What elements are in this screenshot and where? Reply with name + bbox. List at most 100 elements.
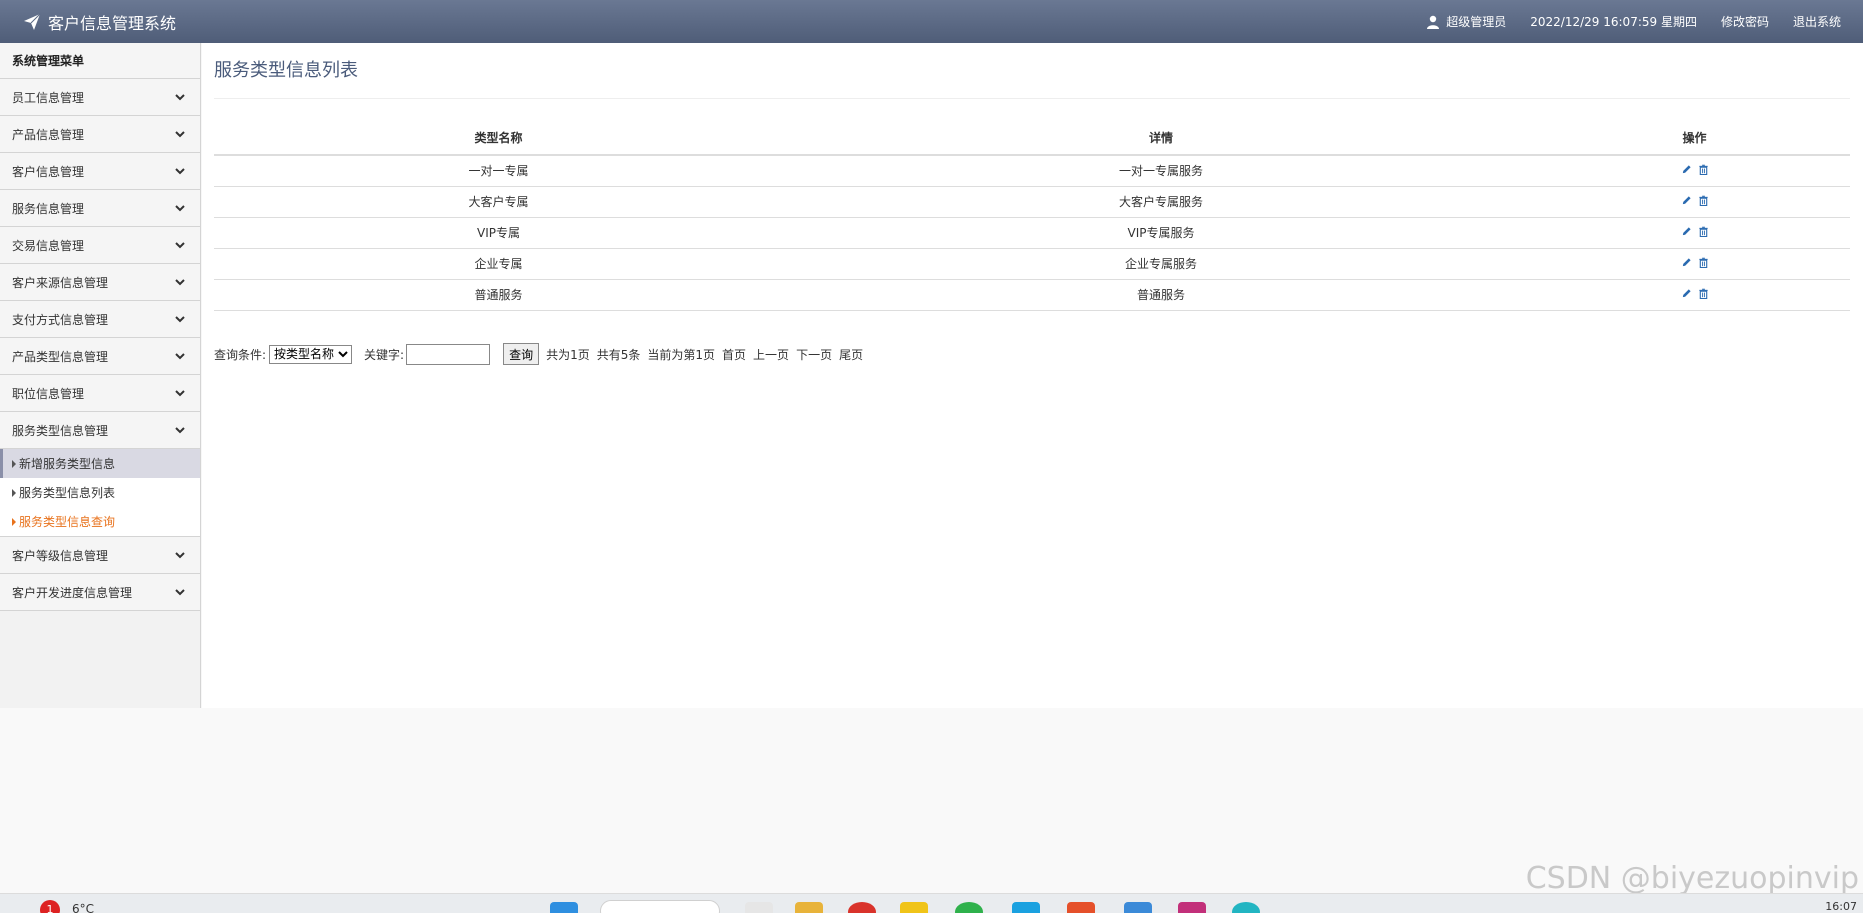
sidebar-item-product-type[interactable]: 产品类型信息管理 [0, 338, 200, 375]
edit-icon[interactable] [1681, 257, 1692, 268]
cell-type-name: 企业专属 [214, 248, 783, 280]
browser-icon[interactable] [1232, 902, 1260, 913]
os-taskbar: 1 6°C 16:07 [0, 893, 1863, 913]
taskbar-search[interactable] [600, 900, 720, 913]
top-header: 客户信息管理系统 超级管理员 2022/12/29 16:07:59 星期四 修… [0, 0, 1863, 43]
submenu-service-type-list[interactable]: 服务类型信息列表 [0, 478, 200, 507]
keyword-input[interactable] [406, 343, 491, 365]
sidebar-item-label: 客户开发进度信息管理 [12, 585, 133, 600]
cell-detail: VIP专属服务 [783, 217, 1539, 249]
cell-type-name: 一对一专属 [214, 155, 783, 187]
submenu-label: 服务类型信息查询 [19, 515, 116, 529]
main-content: 服务类型信息列表 类型名称 详情 操作 一对一专属 一对一专属服务 大客户专属 … [202, 43, 1863, 708]
submenu-label: 新增服务类型信息 [19, 457, 116, 471]
edit-icon[interactable] [1681, 164, 1692, 175]
app-icon[interactable] [848, 902, 876, 913]
cell-actions [1539, 217, 1850, 249]
user-icon [1427, 15, 1440, 29]
app-icon[interactable] [900, 902, 928, 913]
sidebar-item-customer-level[interactable]: 客户等级信息管理 [0, 537, 200, 574]
column-header-type-name: 类型名称 [214, 121, 783, 156]
submenu-label: 服务类型信息列表 [19, 486, 116, 500]
chevron-down-icon [175, 94, 185, 101]
last-page-link[interactable]: 尾页 [839, 346, 863, 363]
chevron-down-icon [175, 390, 185, 397]
delete-icon[interactable] [1698, 288, 1709, 299]
delete-icon[interactable] [1698, 226, 1709, 237]
folder-icon[interactable] [795, 902, 823, 913]
column-header-actions: 操作 [1539, 121, 1850, 156]
sidebar-item-product[interactable]: 产品信息管理 [0, 116, 200, 153]
sidebar-item-label: 服务信息管理 [12, 201, 85, 216]
chevron-down-icon [175, 427, 185, 434]
edit-icon[interactable] [1681, 288, 1692, 299]
prev-page-link[interactable]: 上一页 [753, 346, 789, 363]
app-icon[interactable] [1012, 902, 1040, 913]
edit-icon[interactable] [1681, 226, 1692, 237]
sidebar-item-payment-method[interactable]: 支付方式信息管理 [0, 301, 200, 338]
search-button[interactable]: 查询 [503, 343, 540, 365]
sidebar: 系统管理菜单 员工信息管理 产品信息管理 客户信息管理 服务信息管理 交易信息管… [0, 43, 201, 708]
sidebar-item-label: 支付方式信息管理 [12, 312, 109, 327]
table-row: 普通服务 普通服务 [214, 279, 1850, 311]
chevron-down-icon [175, 168, 185, 175]
sidebar-item-employee[interactable]: 员工信息管理 [0, 79, 200, 116]
service-type-submenu: 新增服务类型信息 服务类型信息列表 服务类型信息查询 [0, 449, 200, 537]
change-password-link[interactable]: 修改密码 [1721, 13, 1769, 30]
logout-link[interactable]: 退出系统 [1793, 13, 1841, 30]
sidebar-item-label: 职位信息管理 [12, 386, 85, 401]
sidebar-item-label: 客户来源信息管理 [12, 275, 109, 290]
sidebar-title: 系统管理菜单 [0, 43, 200, 79]
watermark: CSDN @biyezuopinvip [1525, 861, 1859, 896]
keyword-label: 关键字: [364, 347, 405, 362]
cell-actions [1539, 248, 1850, 280]
total-records: 共有5条 [596, 347, 641, 362]
first-page-link[interactable]: 首页 [722, 346, 746, 363]
paper-plane-icon [24, 13, 41, 30]
file-icon[interactable] [745, 902, 773, 913]
sidebar-item-customer-source[interactable]: 客户来源信息管理 [0, 264, 200, 301]
app-icon[interactable] [1067, 902, 1095, 913]
total-pages: 共为1页 [546, 347, 590, 362]
sidebar-item-customer[interactable]: 客户信息管理 [0, 153, 200, 190]
submenu-service-type-query[interactable]: 服务类型信息查询 [0, 507, 200, 536]
chevron-down-icon [175, 205, 185, 212]
column-header-detail: 详情 [783, 121, 1539, 156]
table-row: 企业专属 企业专属服务 [214, 248, 1850, 280]
delete-icon[interactable] [1698, 164, 1709, 175]
delete-icon[interactable] [1698, 195, 1709, 206]
weather-temperature[interactable]: 6°C [72, 902, 94, 913]
sidebar-item-position[interactable]: 职位信息管理 [0, 375, 200, 412]
chevron-down-icon [175, 353, 185, 360]
sidebar-item-service-type[interactable]: 服务类型信息管理 [0, 412, 200, 449]
app-icon[interactable] [1124, 902, 1152, 913]
sidebar-item-label: 客户信息管理 [12, 164, 85, 179]
app-icon[interactable] [1178, 902, 1206, 913]
next-page-link[interactable]: 下一页 [796, 346, 832, 363]
sidebar-item-transaction[interactable]: 交易信息管理 [0, 227, 200, 264]
notification-badge[interactable]: 1 [40, 900, 60, 913]
sidebar-item-service[interactable]: 服务信息管理 [0, 190, 200, 227]
chevron-down-icon [175, 242, 185, 249]
sidebar-item-label: 员工信息管理 [12, 90, 85, 105]
current-page: 当前为第1页 [647, 347, 716, 362]
taskbar-clock: 16:07 [1825, 900, 1857, 913]
sidebar-item-label: 服务类型信息管理 [12, 423, 109, 438]
delete-icon[interactable] [1698, 257, 1709, 268]
cell-actions [1539, 155, 1850, 187]
chevron-down-icon [175, 589, 185, 596]
caret-right-icon [12, 488, 16, 497]
submenu-add-service-type[interactable]: 新增服务类型信息 [0, 449, 200, 478]
table-row: VIP专属 VIP专属服务 [214, 217, 1850, 249]
cell-actions [1539, 186, 1850, 218]
edit-icon[interactable] [1681, 195, 1692, 206]
windows-start-icon[interactable] [550, 902, 578, 913]
cell-detail: 大客户专属服务 [783, 186, 1539, 218]
table-row: 大客户专属 大客户专属服务 [214, 186, 1850, 218]
service-type-table: 类型名称 详情 操作 一对一专属 一对一专属服务 大客户专属 大客户专属服务 V… [214, 121, 1850, 311]
sidebar-item-customer-progress[interactable]: 客户开发进度信息管理 [0, 574, 200, 611]
app-icon[interactable] [955, 902, 983, 913]
header-actions: 超级管理员 2022/12/29 16:07:59 星期四 修改密码 退出系统 [1402, 13, 1841, 30]
query-condition-select[interactable]: 按类型名称 [269, 344, 353, 364]
current-user: 超级管理员 [1426, 13, 1506, 30]
